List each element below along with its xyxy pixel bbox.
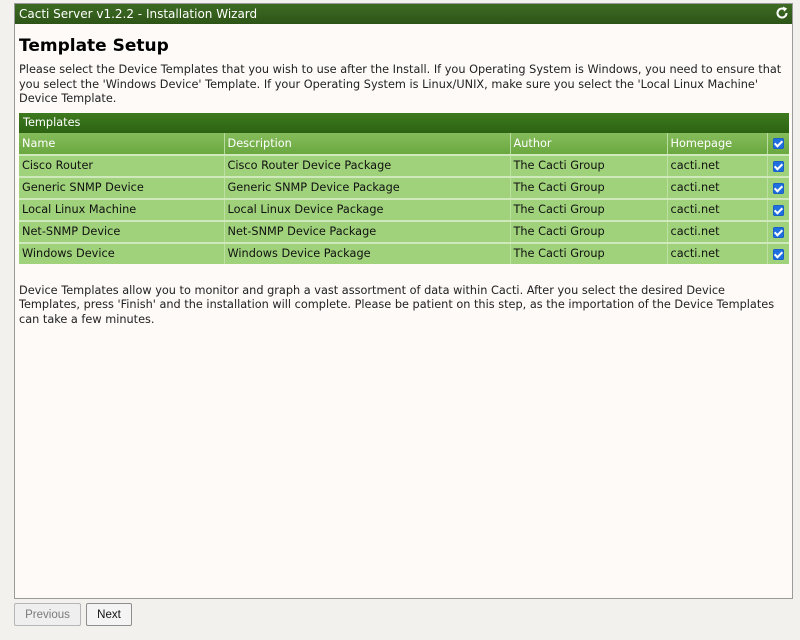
select-all-checkbox[interactable] — [772, 138, 784, 149]
template-description: Generic SNMP Device Package — [223, 175, 510, 199]
select-all-cell — [766, 132, 789, 155]
intro-text: Please select the Device Templates that … — [19, 63, 782, 105]
template-name: Windows Device — [19, 241, 224, 264]
window-title: Cacti Server v1.2.2 - Installation Wizar… — [19, 7, 258, 21]
template-description: Windows Device Package — [223, 241, 510, 264]
row-checkbox-cell — [766, 197, 789, 221]
templates-section-header: Templates — [19, 112, 789, 133]
template-homepage: cacti.net — [666, 175, 767, 199]
table-row[interactable]: Local Linux Machine Local Linux Device P… — [19, 197, 789, 221]
template-name: Generic SNMP Device — [19, 175, 224, 199]
template-name: Cisco Router — [19, 153, 224, 177]
template-description: Local Linux Device Package — [223, 197, 510, 221]
template-homepage: cacti.net — [666, 197, 767, 221]
installation-wizard: Cacti Server v1.2.2 - Installation Wizar… — [14, 3, 793, 599]
row-checkbox[interactable] — [772, 160, 784, 172]
template-description: Net-SNMP Device Package — [223, 219, 510, 243]
template-author: The Cacti Group — [509, 241, 667, 264]
template-name: Local Linux Machine — [19, 197, 224, 221]
row-checkbox[interactable] — [772, 182, 784, 194]
column-header-description[interactable]: Description — [223, 132, 510, 155]
row-checkbox-cell — [766, 241, 789, 264]
template-author: The Cacti Group — [509, 175, 667, 199]
template-author: The Cacti Group — [509, 197, 667, 221]
window-titlebar: Cacti Server v1.2.2 - Installation Wizar… — [15, 4, 792, 24]
column-header-homepage[interactable]: Homepage — [666, 132, 767, 155]
refresh-icon[interactable] — [774, 5, 790, 21]
next-button[interactable]: Next — [86, 603, 132, 626]
row-checkbox[interactable] — [772, 204, 784, 216]
template-description: Cisco Router Device Package — [223, 153, 510, 177]
row-checkbox-cell — [766, 219, 789, 243]
table-row[interactable]: Net-SNMP Device Net-SNMP Device Package … — [19, 219, 789, 243]
outro-text: Device Templates allow you to monitor an… — [19, 283, 775, 326]
template-homepage: cacti.net — [666, 153, 767, 177]
table-row[interactable]: Generic SNMP Device Generic SNMP Device … — [19, 175, 789, 199]
column-header-author[interactable]: Author — [509, 132, 667, 155]
template-homepage: cacti.net — [666, 219, 767, 243]
templates-table: Templates Name Description Author Homepa… — [19, 112, 789, 264]
table-row[interactable]: Windows Device Windows Device Package Th… — [19, 241, 789, 264]
previous-button[interactable]: Previous — [14, 603, 81, 626]
column-header-name[interactable]: Name — [19, 132, 224, 155]
template-author: The Cacti Group — [509, 153, 667, 177]
table-header-row: Name Description Author Homepage — [19, 132, 789, 155]
page-title: Template Setup — [19, 36, 169, 56]
table-row[interactable]: Cisco Router Cisco Router Device Package… — [19, 153, 789, 177]
row-checkbox[interactable] — [772, 226, 784, 238]
template-author: The Cacti Group — [509, 219, 667, 243]
row-checkbox-cell — [766, 153, 789, 177]
template-name: Net-SNMP Device — [19, 219, 224, 243]
template-homepage: cacti.net — [666, 241, 767, 264]
row-checkbox[interactable] — [772, 248, 784, 260]
row-checkbox-cell — [766, 175, 789, 199]
